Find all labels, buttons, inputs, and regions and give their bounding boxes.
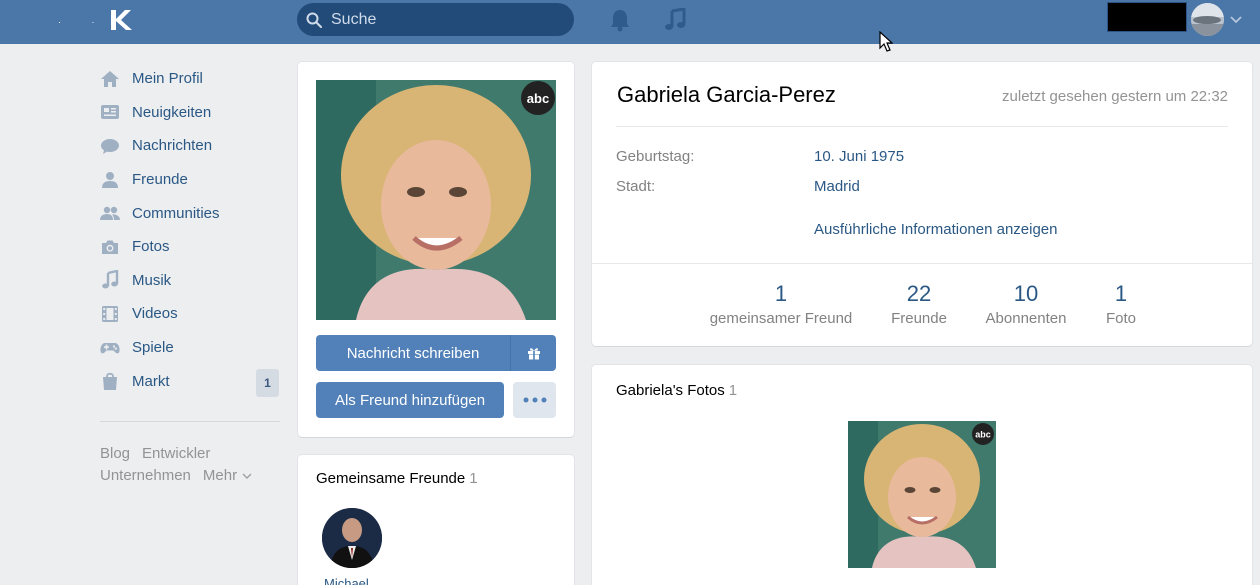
music-icon: [102, 270, 119, 289]
city-value[interactable]: Madrid: [814, 178, 860, 195]
nav-label: Markt: [132, 372, 170, 390]
nav-item-games[interactable]: Spiele: [100, 331, 280, 365]
mutual-friends-card: Gemeinsame Freunde 1 Michael: [298, 455, 574, 585]
profile-info-card: Gabriela Garcia-Perez zuletzt gesehen ge…: [592, 62, 1252, 346]
gift-icon: [527, 348, 540, 360]
nav-label: Mein Profil: [132, 70, 203, 88]
nav-item-videos[interactable]: Videos: [100, 297, 280, 331]
stat-photos[interactable]: 1 Foto: [1098, 280, 1144, 330]
nav-divider: [100, 421, 280, 422]
photos-title-text: Gabriela's Fotos: [616, 382, 725, 399]
nav-item-music[interactable]: Musik: [100, 264, 280, 298]
nav-item-messages[interactable]: Nachrichten: [100, 129, 280, 163]
more-dots-icon: [523, 397, 546, 403]
last-seen-status: zuletzt gesehen gestern um 22:32: [1002, 88, 1228, 105]
send-message-button[interactable]: Nachricht schreiben: [316, 335, 510, 371]
nav-label: Musik: [132, 271, 172, 289]
stat-number: 1: [1114, 281, 1128, 306]
stat-caption: gemeinsamer Freund: [709, 310, 853, 327]
nav-item-photos[interactable]: Fotos: [100, 230, 280, 264]
divider: [592, 263, 1252, 264]
nav-label: Neuigkeiten: [132, 103, 212, 121]
footer-more-label: Mehr: [202, 467, 238, 484]
nav-item-news[interactable]: Neuigkeiten: [100, 96, 280, 130]
stat-caption: Abonnenten: [985, 310, 1067, 327]
more-actions-button[interactable]: [513, 382, 556, 418]
top-bar: · ·: [0, 0, 1260, 44]
photo-thumbnail[interactable]: abc: [848, 421, 996, 568]
nav-label: Freunde: [132, 171, 188, 189]
photos-card: Gabriela's Fotos 1 abc: [592, 365, 1252, 585]
nav-label: Communities: [132, 204, 220, 222]
photos-count: 1: [728, 382, 738, 399]
photos-title[interactable]: Gabriela's Fotos 1: [616, 382, 737, 399]
stat-mutual-friends[interactable]: 1 gemeinsamer Freund: [705, 280, 857, 330]
stat-number: 1: [774, 281, 788, 306]
left-navigation: Mein Profil Neuigkeiten Nachrichten Freu…: [100, 62, 280, 398]
nav-item-my-profile[interactable]: Mein Profil: [100, 62, 280, 96]
stat-friends[interactable]: 22 Freunde: [884, 280, 954, 330]
mutual-friend-avatar[interactable]: [322, 508, 382, 568]
mutual-friend-name[interactable]: Michael: [324, 576, 369, 585]
footer-link-blog[interactable]: Blog: [100, 445, 130, 462]
add-friend-button[interactable]: Als Freund hinzufügen: [316, 382, 504, 418]
film-icon: [102, 305, 118, 322]
users-icon: [100, 206, 120, 221]
birthday-label: Geburtstag:: [616, 148, 695, 165]
vk-logo-icon[interactable]: [107, 6, 141, 34]
news-icon: [101, 105, 119, 120]
nav-item-friends[interactable]: Freunde: [100, 163, 280, 197]
svg-text:abc: abc: [975, 430, 991, 440]
svg-text:abc: abc: [527, 91, 549, 106]
stat-caption: Foto: [1105, 310, 1136, 327]
send-gift-button[interactable]: [510, 335, 556, 371]
redacted-name-block: [1107, 2, 1187, 32]
home-icon: [101, 70, 119, 87]
footer-link-more[interactable]: Mehr: [203, 467, 252, 484]
gamepad-icon: [100, 342, 120, 353]
chevron-down-icon[interactable]: [1230, 14, 1242, 24]
mouse-cursor-icon: [879, 31, 893, 52]
footer-link-company[interactable]: Unternehmen: [100, 467, 191, 484]
footer-link-developers[interactable]: Entwickler: [142, 445, 210, 462]
user-avatar[interactable]: [1191, 3, 1224, 36]
camera-icon: [102, 240, 118, 254]
profile-photo-card: abc Nachricht schreiben Als Freund hinzu…: [298, 62, 574, 437]
birthday-value[interactable]: 10. Juni 1975: [814, 148, 904, 165]
stat-number: 22: [906, 281, 932, 306]
music-note-icon[interactable]: [664, 8, 686, 32]
nav-label: Nachrichten: [132, 137, 213, 155]
nav-item-communities[interactable]: Communities: [100, 196, 280, 230]
chat-icon: [101, 138, 119, 154]
mutual-title-text: Gemeinsame Freunde: [316, 470, 466, 487]
user-icon: [102, 171, 118, 188]
nav-label: Fotos: [132, 238, 170, 256]
bag-icon: [103, 372, 117, 391]
nav-label: Spiele: [132, 339, 174, 357]
bell-icon[interactable]: [609, 8, 631, 32]
mutual-friends-title[interactable]: Gemeinsame Freunde 1: [316, 470, 478, 487]
search-box[interactable]: [297, 3, 574, 36]
profile-name: Gabriela Garcia-Perez: [617, 82, 836, 107]
divider: [616, 126, 1228, 127]
nav-label: Videos: [132, 305, 178, 323]
city-label: Stadt:: [616, 178, 656, 195]
mutual-count: 1: [469, 470, 478, 487]
chevron-down-icon: [242, 473, 252, 479]
stat-number: 10: [1013, 281, 1039, 306]
profile-photo[interactable]: abc: [316, 80, 556, 320]
nav-item-market[interactable]: Markt 1: [100, 364, 280, 398]
stat-followers[interactable]: 10 Abonnenten: [981, 280, 1071, 330]
stat-caption: Freunde: [891, 310, 947, 327]
search-input[interactable]: [331, 3, 567, 36]
footer-links: Blog Entwickler Unternehmen Mehr: [100, 443, 280, 487]
menu-dots[interactable]: · ·: [58, 17, 109, 27]
market-badge: 1: [256, 369, 279, 398]
search-icon: [306, 12, 322, 28]
show-more-info-link[interactable]: Ausführliche Informationen anzeigen: [814, 221, 1058, 238]
